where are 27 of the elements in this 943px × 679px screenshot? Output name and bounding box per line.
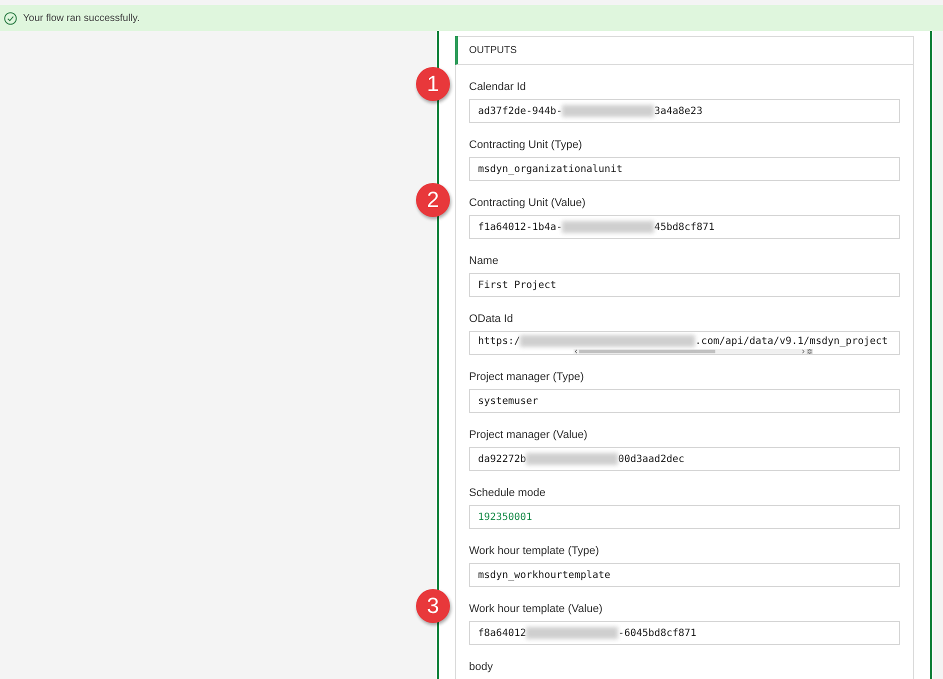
banner-message: Your flow ran successfully. (23, 12, 140, 24)
output-field: msdyn_organizationalunit (469, 157, 900, 181)
check-circle-icon (4, 12, 17, 24)
output-field: msdyn_workhourtemplate (469, 563, 900, 587)
field-label: body (469, 661, 494, 674)
field-label: Contracting Unit (Type) (469, 139, 584, 152)
field-label: Project manager (Type) (469, 371, 585, 384)
output-field: https:/ .com/api/data/v9.1/msdyn_project (469, 331, 900, 355)
callout-badge: 1 (416, 67, 450, 101)
field-label: Calendar Id (469, 81, 527, 94)
section-title: OUTPUTS (469, 44, 517, 56)
output-field: First Project (469, 273, 900, 297)
field-label: Work hour template (Value) (469, 603, 604, 616)
callout-badge: 3 (416, 589, 450, 623)
field-label: Schedule mode (469, 487, 546, 500)
output-field: f8a64012 -6045bd8cf871 (469, 621, 900, 645)
output-field: ad37f2de-944b- 3a4a8e23 (469, 99, 900, 123)
field-label: OData Id (469, 313, 514, 326)
output-field: 192350001 (469, 505, 900, 529)
field-label: Project manager (Value) (469, 429, 588, 442)
callout-badge: 2 (416, 183, 450, 217)
output-field: da92272b 00d3aad2dec (469, 447, 900, 471)
field-label: Name (469, 255, 500, 268)
output-field: systemuser (469, 389, 900, 413)
output-field: f1a64012-1b4a- 45bd8cf871 (469, 215, 900, 239)
field-label: Work hour template (Type) (469, 545, 600, 558)
field-label: Contracting Unit (Value) (469, 197, 587, 210)
